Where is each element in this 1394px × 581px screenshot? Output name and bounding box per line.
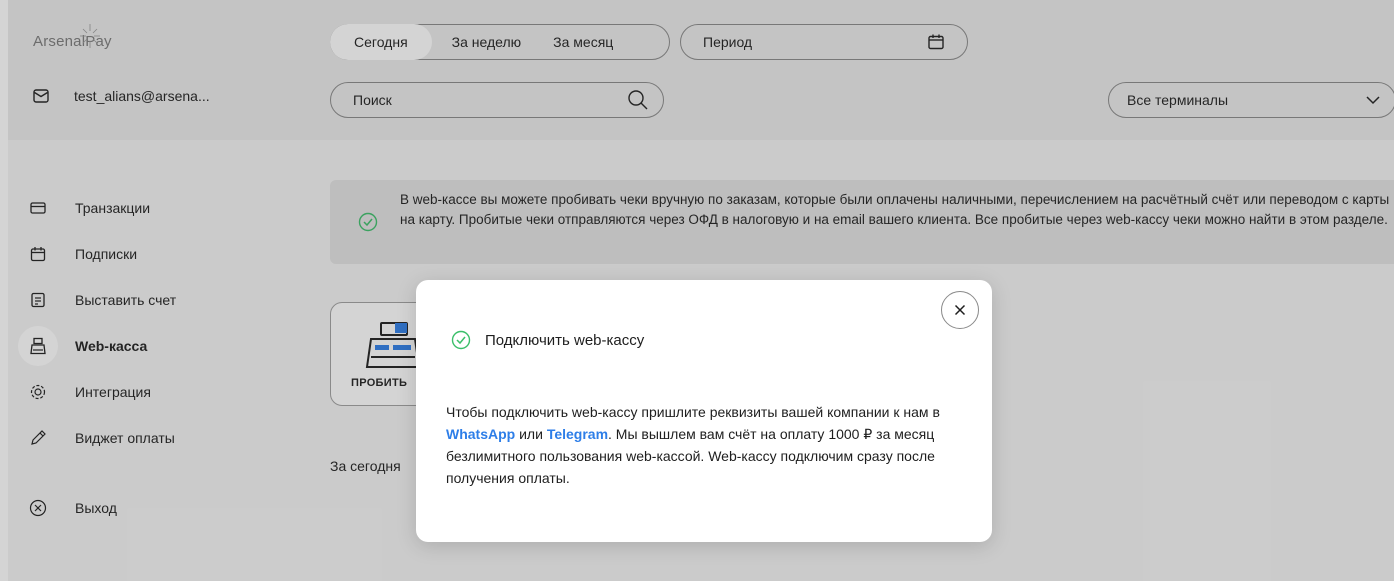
connect-web-kassa-modal: Подключить web-кассу Чтобы подключить we… <box>416 280 992 542</box>
close-button[interactable] <box>941 291 979 329</box>
modal-title: Подключить web-кассу <box>485 331 645 349</box>
telegram-link[interactable]: Telegram <box>547 426 608 442</box>
modal-header: Подключить web-кассу <box>451 330 644 350</box>
check-circle-icon <box>451 330 471 350</box>
whatsapp-link[interactable]: WhatsApp <box>446 426 515 442</box>
modal-body: Чтобы подключить web-кассу пришлите рекв… <box>446 401 966 489</box>
modal-text-2: или <box>515 426 547 442</box>
modal-text-1: Чтобы подключить web-кассу пришлите рекв… <box>446 404 940 420</box>
close-icon <box>954 304 966 316</box>
